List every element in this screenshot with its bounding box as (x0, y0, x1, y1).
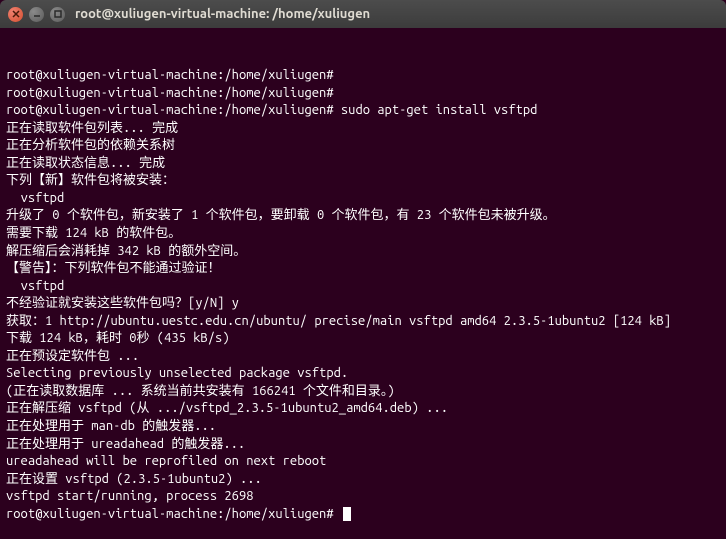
maximize-button[interactable] (50, 7, 65, 22)
terminal-line: 下列【新】软件包将被安装： (6, 172, 720, 190)
terminal-line: 不经验证就安装这些软件包吗？[y/N] y (6, 295, 720, 313)
terminal-line: 下载 124 kB，耗时 0秒 (435 kB/s) (6, 330, 720, 348)
terminal-line: 正在读取软件包列表... 完成 (6, 120, 720, 138)
terminal-line: 解压缩后会消耗掉 342 kB 的额外空间。 (6, 243, 720, 261)
terminal-line: 正在设置 vsftpd (2.3.5-1ubuntu2) ... (6, 471, 720, 489)
terminal-line: 正在读取状态信息... 完成 (6, 155, 720, 173)
terminal-line: vsftpd start/running, process 2698 (6, 488, 720, 506)
terminal-line: vsftpd (6, 190, 720, 208)
terminal-line: (正在读取数据库 ... 系统当前共安装有 166241 个文件和目录。) (6, 383, 720, 401)
cursor (343, 507, 351, 521)
terminal-line: root@xuliugen-virtual-machine:/home/xuli… (6, 85, 720, 103)
terminal-line: 正在分析软件包的依赖关系树 (6, 137, 720, 155)
window-title: root@xuliugen-virtual-machine: /home/xul… (75, 7, 370, 21)
minimize-button[interactable] (29, 7, 44, 22)
terminal-line: 获取：1 http://ubuntu.uestc.edu.cn/ubuntu/ … (6, 313, 720, 331)
terminal-line: root@xuliugen-virtual-machine:/home/xuli… (6, 102, 720, 120)
terminal-line: 正在处理用于 ureadahead 的触发器... (6, 436, 720, 454)
terminal-line: 【警告】：下列软件包不能通过验证！ (6, 260, 720, 278)
terminal-line: 需要下载 124 kB 的软件包。 (6, 225, 720, 243)
terminal-area[interactable]: root@xuliugen-virtual-machine:/home/xuli… (0, 28, 726, 539)
window-titlebar: root@xuliugen-virtual-machine: /home/xul… (0, 0, 726, 28)
close-button[interactable] (8, 7, 23, 22)
terminal-line: Selecting previously unselected package … (6, 365, 720, 383)
terminal-line: 正在解压缩 vsftpd (从 .../vsftpd_2.3.5-1ubuntu… (6, 400, 720, 418)
terminal-line: ureadahead will be reprofiled on next re… (6, 453, 720, 471)
terminal-line: 正在处理用于 man-db 的触发器... (6, 418, 720, 436)
terminal-line: 升级了 0 个软件包，新安装了 1 个软件包，要卸载 0 个软件包，有 23 个… (6, 207, 720, 225)
terminal-line: root@xuliugen-virtual-machine:/home/xuli… (6, 67, 720, 85)
terminal-line: 正在预设定软件包 ... (6, 348, 720, 366)
window-controls (8, 7, 65, 22)
shell-prompt: root@xuliugen-virtual-machine:/home/xuli… (6, 507, 341, 521)
terminal-line: vsftpd (6, 278, 720, 296)
